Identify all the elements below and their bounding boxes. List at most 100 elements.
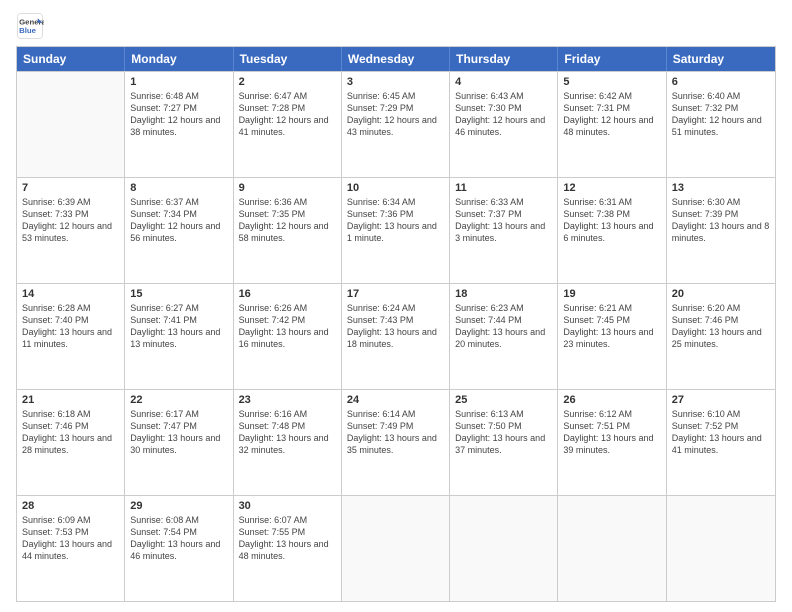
calendar-header-row: SundayMondayTuesdayWednesdayThursdayFrid…	[17, 47, 775, 71]
calendar-week-row: 1 Sunrise: 6:48 AMSunset: 7:27 PMDaylight…	[17, 71, 775, 177]
cell-day-number: 25	[455, 394, 552, 406]
cell-sun-info: Sunrise: 6:27 AMSunset: 7:41 PMDaylight:…	[130, 302, 227, 351]
calendar-cell: 2 Sunrise: 6:47 AMSunset: 7:28 PMDaylight…	[234, 72, 342, 177]
cell-sun-info: Sunrise: 6:36 AMSunset: 7:35 PMDaylight:…	[239, 196, 336, 245]
calendar-cell	[17, 72, 125, 177]
cell-sun-info: Sunrise: 6:12 AMSunset: 7:51 PMDaylight:…	[563, 408, 660, 457]
calendar-cell: 30Sunrise: 6:07 AMSunset: 7:55 PMDayligh…	[234, 496, 342, 601]
cell-day-number: 19	[563, 288, 660, 300]
cell-sun-info: Sunrise: 6:13 AMSunset: 7:50 PMDaylight:…	[455, 408, 552, 457]
cell-day-number: 13	[672, 182, 770, 194]
cell-sun-info: Sunrise: 6:18 AMSunset: 7:46 PMDaylight:…	[22, 408, 119, 457]
cell-day-number: 6	[672, 76, 770, 88]
cell-day-number: 23	[239, 394, 336, 406]
cell-sun-info: Sunrise: 6:42 AMSunset: 7:31 PMDaylight:…	[563, 90, 660, 139]
calendar-week-row: 28 Sunrise: 6:09 AMSunset: 7:53 PMDayligh…	[17, 495, 775, 601]
calendar-cell	[342, 496, 450, 601]
cell-sun-info: Sunrise: 6:23 AMSunset: 7:44 PMDaylight:…	[455, 302, 552, 351]
cell-sun-info: Sunrise: 6:28 AMSunset: 7:40 PMDaylight:…	[22, 302, 119, 351]
cell-day-number: 16	[239, 288, 336, 300]
calendar-week-row: 21 Sunrise: 6:18 AMSunset: 7:46 PMDayligh…	[17, 389, 775, 495]
calendar-cell: 16 Sunrise: 6:26 AMSunset: 7:42 PMDayligh…	[234, 284, 342, 389]
cell-sun-info: Sunrise: 6:08 AMSunset: 7:54 PMDaylight:…	[130, 514, 227, 563]
calendar-cell: 29 Sunrise: 6:08 AMSunset: 7:54 PMDayligh…	[125, 496, 233, 601]
calendar-cell	[450, 496, 558, 601]
cell-day-number: 10	[347, 182, 444, 194]
cell-sun-info: Sunrise: 6:39 AMSunset: 7:33 PMDaylight:…	[22, 196, 119, 245]
cell-sun-info: Sunrise: 6:26 AMSunset: 7:42 PMDaylight:…	[239, 302, 336, 351]
calendar-header-cell: Saturday	[667, 47, 775, 71]
calendar-header-cell: Thursday	[450, 47, 558, 71]
cell-sun-info: Sunrise: 6:16 AMSunset: 7:48 PMDaylight:…	[239, 408, 336, 457]
calendar-cell: 10 Sunrise: 6:34 AMSunset: 7:36 PMDayligh…	[342, 178, 450, 283]
cell-day-number: 29	[130, 500, 227, 512]
cell-sun-info: Sunrise: 6:34 AMSunset: 7:36 PMDaylight:…	[347, 196, 444, 245]
cell-sun-info: Sunrise: 6:48 AMSunset: 7:27 PMDaylight:…	[130, 90, 227, 139]
cell-sun-info: Sunrise: 6:33 AMSunset: 7:37 PMDaylight:…	[455, 196, 552, 245]
calendar-body: 1 Sunrise: 6:48 AMSunset: 7:27 PMDaylight…	[17, 71, 775, 601]
cell-sun-info: Sunrise: 6:09 AMSunset: 7:53 PMDaylight:…	[22, 514, 119, 563]
calendar: SundayMondayTuesdayWednesdayThursdayFrid…	[16, 46, 776, 602]
calendar-cell: 11Sunrise: 6:33 AMSunset: 7:37 PMDayligh…	[450, 178, 558, 283]
calendar-cell: 14 Sunrise: 6:28 AMSunset: 7:40 PMDayligh…	[17, 284, 125, 389]
cell-sun-info: Sunrise: 6:43 AMSunset: 7:30 PMDaylight:…	[455, 90, 552, 139]
calendar-cell: 7 Sunrise: 6:39 AMSunset: 7:33 PMDaylight…	[17, 178, 125, 283]
cell-day-number: 3	[347, 76, 444, 88]
calendar-cell: 23 Sunrise: 6:16 AMSunset: 7:48 PMDayligh…	[234, 390, 342, 495]
cell-day-number: 1	[130, 76, 227, 88]
svg-text:Blue: Blue	[19, 26, 37, 35]
calendar-cell: 4 Sunrise: 6:43 AMSunset: 7:30 PMDaylight…	[450, 72, 558, 177]
cell-sun-info: Sunrise: 6:20 AMSunset: 7:46 PMDaylight:…	[672, 302, 770, 351]
calendar-cell: 9 Sunrise: 6:36 AMSunset: 7:35 PMDaylight…	[234, 178, 342, 283]
calendar-cell: 21 Sunrise: 6:18 AMSunset: 7:46 PMDayligh…	[17, 390, 125, 495]
cell-day-number: 26	[563, 394, 660, 406]
calendar-header-cell: Friday	[558, 47, 666, 71]
cell-day-number: 15	[130, 288, 227, 300]
cell-sun-info: Sunrise: 6:17 AMSunset: 7:47 PMDaylight:…	[130, 408, 227, 457]
cell-day-number: 28	[22, 500, 119, 512]
cell-day-number: 22	[130, 394, 227, 406]
calendar-cell: 22 Sunrise: 6:17 AMSunset: 7:47 PMDayligh…	[125, 390, 233, 495]
cell-day-number: 21	[22, 394, 119, 406]
cell-day-number: 14	[22, 288, 119, 300]
calendar-header-cell: Wednesday	[342, 47, 450, 71]
calendar-cell: 5 Sunrise: 6:42 AMSunset: 7:31 PMDaylight…	[558, 72, 666, 177]
calendar-week-row: 14 Sunrise: 6:28 AMSunset: 7:40 PMDayligh…	[17, 283, 775, 389]
calendar-week-row: 7 Sunrise: 6:39 AMSunset: 7:33 PMDaylight…	[17, 177, 775, 283]
cell-day-number: 8	[130, 182, 227, 194]
calendar-header-cell: Tuesday	[234, 47, 342, 71]
cell-day-number: 4	[455, 76, 552, 88]
cell-day-number: 27	[672, 394, 770, 406]
cell-day-number: 20	[672, 288, 770, 300]
calendar-cell: 13 Sunrise: 6:30 AMSunset: 7:39 PMDayligh…	[667, 178, 775, 283]
cell-day-number: 18	[455, 288, 552, 300]
cell-sun-info: Sunrise: 6:40 AMSunset: 7:32 PMDaylight:…	[672, 90, 770, 139]
cell-sun-info: Sunrise: 6:45 AMSunset: 7:29 PMDaylight:…	[347, 90, 444, 139]
cell-sun-info: Sunrise: 6:10 AMSunset: 7:52 PMDaylight:…	[672, 408, 770, 457]
calendar-cell: 26 Sunrise: 6:12 AMSunset: 7:51 PMDayligh…	[558, 390, 666, 495]
cell-day-number: 5	[563, 76, 660, 88]
logo-icon: General Blue	[16, 12, 44, 40]
calendar-cell: 12Sunrise: 6:31 AMSunset: 7:38 PMDayligh…	[558, 178, 666, 283]
calendar-cell: 15 Sunrise: 6:27 AMSunset: 7:41 PMDayligh…	[125, 284, 233, 389]
cell-day-number: 17	[347, 288, 444, 300]
cell-sun-info: Sunrise: 6:47 AMSunset: 7:28 PMDaylight:…	[239, 90, 336, 139]
calendar-cell: 24Sunrise: 6:14 AMSunset: 7:49 PMDayligh…	[342, 390, 450, 495]
cell-sun-info: Sunrise: 6:30 AMSunset: 7:39 PMDaylight:…	[672, 196, 770, 245]
cell-day-number: 2	[239, 76, 336, 88]
calendar-cell: 25 Sunrise: 6:13 AMSunset: 7:50 PMDayligh…	[450, 390, 558, 495]
cell-sun-info: Sunrise: 6:31 AMSunset: 7:38 PMDaylight:…	[563, 196, 660, 245]
cell-day-number: 7	[22, 182, 119, 194]
calendar-cell: 27 Sunrise: 6:10 AMSunset: 7:52 PMDayligh…	[667, 390, 775, 495]
header: General Blue	[16, 12, 776, 40]
calendar-header-cell: Monday	[125, 47, 233, 71]
calendar-cell: 20 Sunrise: 6:20 AMSunset: 7:46 PMDayligh…	[667, 284, 775, 389]
cell-sun-info: Sunrise: 6:14 AMSunset: 7:49 PMDaylight:…	[347, 408, 444, 457]
cell-day-number: 9	[239, 182, 336, 194]
logo: General Blue	[16, 12, 44, 40]
page: General Blue SundayMondayTuesdayWednesda…	[0, 0, 792, 612]
calendar-cell	[558, 496, 666, 601]
calendar-cell: 19Sunrise: 6:21 AMSunset: 7:45 PMDayligh…	[558, 284, 666, 389]
calendar-cell: 3 Sunrise: 6:45 AMSunset: 7:29 PMDaylight…	[342, 72, 450, 177]
calendar-header-cell: Sunday	[17, 47, 125, 71]
